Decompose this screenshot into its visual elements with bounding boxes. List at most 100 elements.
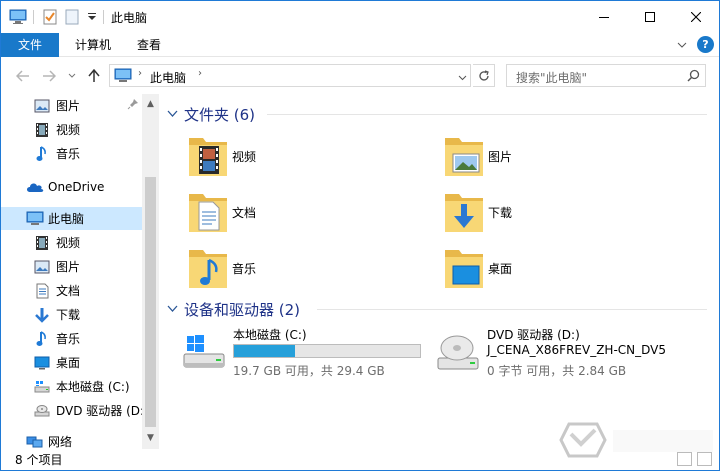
breadcrumb[interactable]: 此电脑 xyxy=(150,69,186,86)
scroll-down-icon[interactable]: ▼ xyxy=(145,431,156,445)
minimize-button[interactable] xyxy=(581,1,627,33)
breadcrumb-separator-icon[interactable]: › xyxy=(138,68,142,79)
nav-item-music[interactable]: 音乐 xyxy=(1,327,142,350)
item-count: 8 个项目 xyxy=(15,453,63,467)
maximize-button[interactable] xyxy=(627,1,673,33)
tab-view[interactable]: 查看 xyxy=(127,33,171,57)
up-button[interactable] xyxy=(85,67,103,85)
search-box[interactable]: 搜索"此电脑" xyxy=(506,64,706,87)
properties-icon[interactable] xyxy=(42,8,58,26)
back-button[interactable] xyxy=(14,67,32,85)
this-pc-icon xyxy=(26,211,44,227)
nav-label: 视频 xyxy=(56,123,81,137)
nav-item-pictures-quick[interactable]: 图片 xyxy=(1,94,142,117)
drive-tile-local-disk[interactable]: 本地磁盘 (C:) 19.7 GB 可用，共 29.4 GB xyxy=(181,326,431,382)
nav-label: OneDrive xyxy=(48,179,105,194)
nav-item-local-disk[interactable]: 本地磁盘 (C:) xyxy=(1,375,142,398)
customize-quick-access-icon[interactable] xyxy=(87,8,97,26)
nav-item-desktop[interactable]: 桌面 xyxy=(1,351,142,374)
scroll-up-icon[interactable]: ▲ xyxy=(145,97,156,111)
nav-item-dvd-drive[interactable]: DVD 驱动器 (D: xyxy=(1,399,144,422)
nav-item-music-quick[interactable]: 音乐 xyxy=(1,142,142,165)
content-area: 文件夹 (6) 视频 图片 文档 下载 音乐 桌面 设备和驱动器 (2) 本地磁… xyxy=(161,94,719,449)
nav-label: 下载 xyxy=(56,308,81,322)
address-dropdown-icon[interactable] xyxy=(458,71,467,85)
folder-label: 桌面 xyxy=(488,262,513,276)
title-bar: 此电脑 xyxy=(1,1,719,33)
nav-label: 图片 xyxy=(56,260,81,274)
onedrive-cloud-icon xyxy=(26,179,44,195)
refresh-button[interactable] xyxy=(473,64,495,87)
search-input[interactable]: 搜索"此电脑" xyxy=(516,69,587,86)
folder-label: 图片 xyxy=(488,150,513,164)
dvd-disc-icon xyxy=(435,330,481,376)
nav-item-this-pc[interactable]: 此电脑 xyxy=(1,207,142,230)
nav-item-network[interactable]: 网络 xyxy=(1,430,142,449)
nav-item-videos[interactable]: 视频 xyxy=(1,231,142,254)
nav-label: 此电脑 xyxy=(48,212,85,226)
nav-label: 音乐 xyxy=(56,147,81,161)
navigation-scrollbar[interactable]: ▲ ▼ xyxy=(142,94,159,449)
folder-tile-downloads[interactable]: 下载 xyxy=(441,188,671,240)
dvd-drive-icon xyxy=(34,403,50,419)
drive-usage-fill xyxy=(234,345,296,357)
folder-label: 文档 xyxy=(232,206,257,220)
pin-icon[interactable] xyxy=(127,98,139,113)
desktop-folder-icon xyxy=(441,244,487,292)
nav-item-documents[interactable]: 文档 xyxy=(1,279,142,302)
nav-item-videos-quick[interactable]: 视频 xyxy=(1,118,142,141)
breadcrumb-separator-icon[interactable]: › xyxy=(198,68,202,79)
windows-drive-icon xyxy=(181,330,227,376)
folder-tile-videos[interactable]: 视频 xyxy=(185,132,415,184)
nav-label: 本地磁盘 (C:) xyxy=(56,380,130,394)
window-title: 此电脑 xyxy=(111,11,148,25)
drive-space: 0 字节 可用，共 2.84 GB xyxy=(487,364,627,378)
drive-tile-dvd[interactable]: DVD 驱动器 (D:) J_CENA_X86FREV_ZH-CN_DV5 0 … xyxy=(435,326,685,382)
devices-group-header[interactable]: 设备和驱动器 (2) xyxy=(167,298,707,320)
nav-item-onedrive[interactable]: OneDrive xyxy=(1,175,142,198)
address-bar[interactable]: › 此电脑 › xyxy=(109,64,471,87)
folder-tile-documents[interactable]: 文档 xyxy=(185,188,415,240)
folder-tile-music[interactable]: 音乐 xyxy=(185,244,415,296)
nav-label: 图片 xyxy=(56,99,81,113)
recent-locations-button[interactable] xyxy=(63,67,81,85)
videos-icon xyxy=(34,122,50,138)
folder-tile-pictures[interactable]: 图片 xyxy=(441,132,671,184)
drive-space: 19.7 GB 可用，共 29.4 GB xyxy=(233,364,385,378)
group-title: 设备和驱动器 (2) xyxy=(184,300,301,319)
downloads-folder-icon xyxy=(441,188,487,236)
close-button[interactable] xyxy=(673,1,719,33)
documents-folder-icon xyxy=(185,188,231,236)
nav-label: 音乐 xyxy=(56,332,81,346)
tab-file[interactable]: 文件 xyxy=(1,33,59,57)
folders-group-header[interactable]: 文件夹 (6) xyxy=(167,103,707,125)
nav-item-pictures[interactable]: 图片 xyxy=(1,255,142,278)
nav-label: 文档 xyxy=(56,284,81,298)
collapse-chevron-icon[interactable] xyxy=(167,108,181,121)
videos-folder-icon xyxy=(185,132,231,180)
drive-name: DVD 驱动器 (D:) xyxy=(487,328,580,342)
videos-icon xyxy=(34,235,50,251)
folder-label: 下载 xyxy=(488,206,513,220)
search-icon[interactable] xyxy=(687,69,700,85)
new-folder-icon[interactable] xyxy=(65,8,79,26)
collapse-chevron-icon[interactable] xyxy=(167,303,181,316)
folder-label: 音乐 xyxy=(232,262,257,276)
network-icon xyxy=(26,434,44,450)
scrollbar-thumb[interactable] xyxy=(145,177,156,427)
help-icon[interactable]: ? xyxy=(697,36,714,53)
pictures-icon xyxy=(34,259,50,275)
music-icon xyxy=(34,145,50,162)
this-pc-title-icon xyxy=(9,8,27,26)
tab-computer[interactable]: 计算机 xyxy=(65,33,121,57)
drive-usage-bar xyxy=(233,344,421,358)
expand-ribbon-icon[interactable] xyxy=(677,39,687,53)
this-pc-address-icon xyxy=(114,68,132,86)
forward-button[interactable] xyxy=(40,67,58,85)
pictures-icon xyxy=(34,98,50,114)
music-icon xyxy=(34,330,50,347)
documents-icon xyxy=(34,283,50,299)
nav-label: 桌面 xyxy=(56,356,81,370)
nav-item-downloads[interactable]: 下载 xyxy=(1,303,142,326)
folder-tile-desktop[interactable]: 桌面 xyxy=(441,244,671,296)
